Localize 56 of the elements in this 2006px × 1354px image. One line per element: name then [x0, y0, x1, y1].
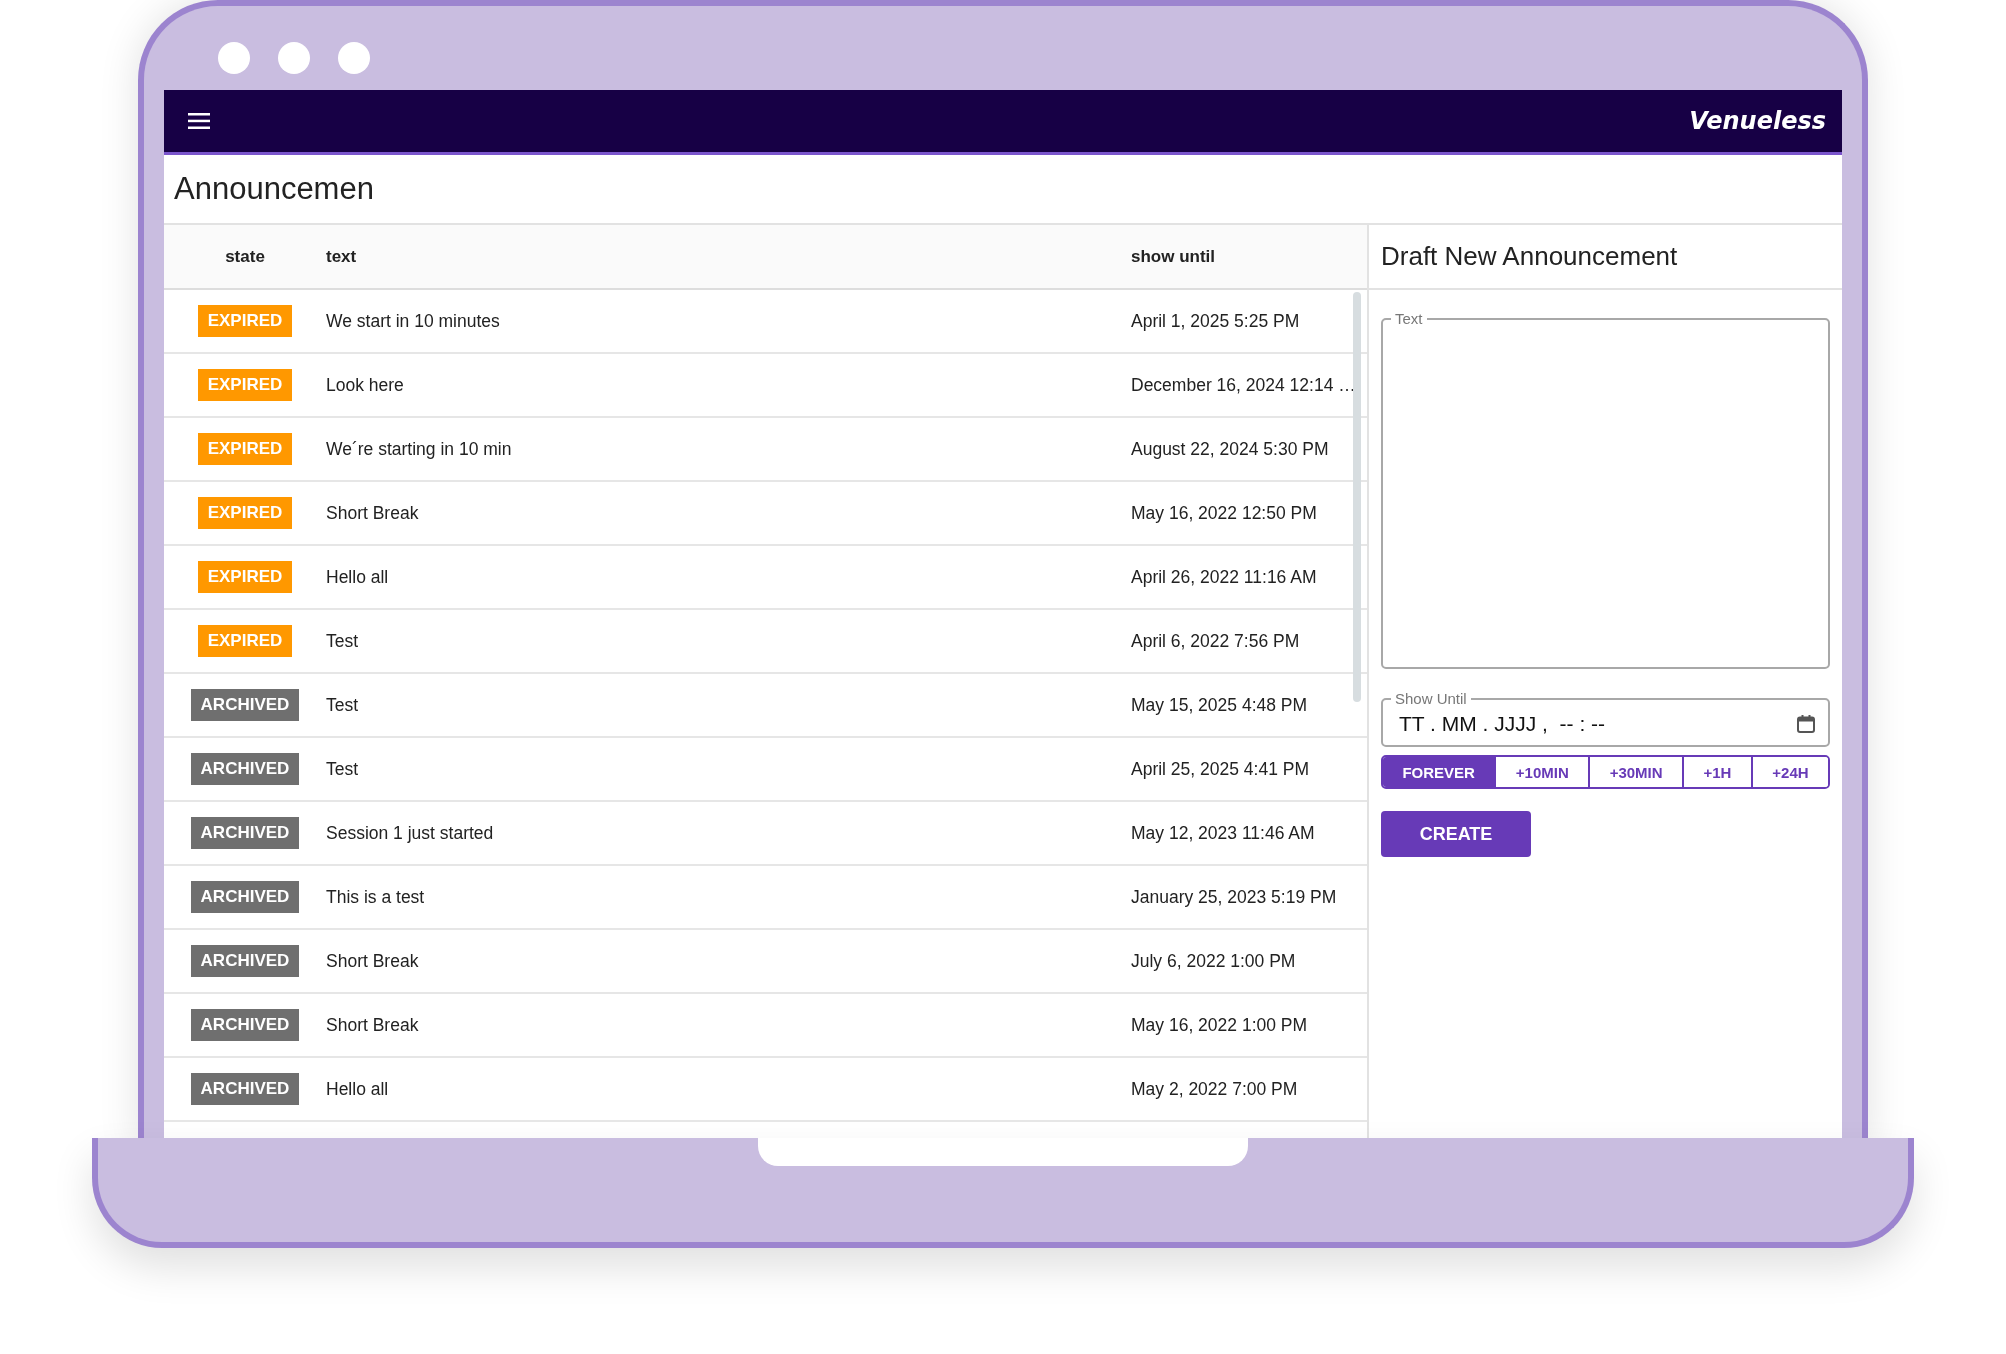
state-badge: EXPIRED — [197, 497, 293, 529]
table-cell-text: Hello all — [326, 1078, 390, 1100]
table-cell-text: January 25, 2023 5:19 PM — [1131, 886, 1338, 908]
state-badge: ARCHIVED — [190, 753, 300, 785]
table-cell-text: April 25, 2025 4:41 PM — [1131, 758, 1311, 780]
calendar-icon[interactable] — [1796, 714, 1816, 734]
table-cell-text: This is a test — [326, 886, 426, 908]
table-cell-text: May 2, 2022 7:00 PM — [1131, 1078, 1299, 1100]
table-cell-text: Hello all — [326, 566, 390, 588]
panel-title: Draft New Announcement — [1381, 241, 1678, 272]
state-badge: EXPIRED — [197, 305, 293, 337]
table-cell-text: Test — [326, 630, 360, 652]
menu-icon[interactable] — [188, 113, 210, 129]
table-cell-text: Short Break — [326, 502, 420, 524]
state-badge: EXPIRED — [197, 561, 293, 593]
table-cell-text: Test — [326, 758, 360, 780]
table-cell-text: April 6, 2022 7:56 PM — [1131, 630, 1301, 652]
column-header: text — [326, 246, 358, 267]
state-badge: ARCHIVED — [190, 1073, 300, 1105]
preset-button[interactable]: +24H — [1750, 757, 1828, 787]
table-cell-text: July 6, 2022 1:00 PM — [1131, 950, 1297, 972]
table-cell-text: May 16, 2022 12:50 PM — [1131, 502, 1318, 524]
table-cell-text: May 12, 2023 11:46 AM — [1131, 822, 1316, 844]
column-header: show until — [1131, 246, 1217, 267]
table-cell-text: Test — [326, 694, 360, 716]
table-cell-text: Short Break — [326, 950, 420, 972]
state-badge: ARCHIVED — [190, 1009, 300, 1041]
table-cell-text: May 15, 2025 4:48 PM — [1131, 694, 1309, 716]
state-badge: ARCHIVED — [190, 881, 300, 913]
text-field[interactable]: Text — [1381, 311, 1830, 669]
table-cell-text: We´re starting in 10 min — [326, 438, 513, 460]
table-cell-text: April 1, 2025 5:25 PM — [1131, 310, 1301, 332]
window-dot-icon — [278, 42, 310, 74]
table-cell-text: August 22, 2024 5:30 PM — [1131, 438, 1330, 460]
table-cell-text: Session 1 just started — [326, 822, 495, 844]
column-header: state — [224, 246, 266, 267]
table-cell-text: April 26, 2022 11:16 AM — [1131, 566, 1318, 588]
table-cell-text: Look here — [326, 374, 405, 396]
table-cell-text: December 16, 2024 12:14 … — [1131, 374, 1357, 396]
window-dot-icon — [338, 42, 370, 74]
window-dot-icon — [218, 42, 250, 74]
show-until-field[interactable]: Show Until TT . MM . JJJJ , -- : -- — [1381, 691, 1830, 747]
page-title: Announcemen — [174, 171, 374, 207]
preset-button[interactable]: FOREVER — [1383, 757, 1495, 787]
state-badge: EXPIRED — [197, 625, 293, 657]
table-cell-text: We start in 10 minutes — [326, 310, 501, 332]
logo-text[interactable]: Venueless — [1689, 107, 1826, 135]
state-badge: ARCHIVED — [190, 817, 300, 849]
table-cell-text: May 16, 2022 1:00 PM — [1131, 1014, 1309, 1036]
state-badge: EXPIRED — [197, 433, 293, 465]
create-button[interactable]: CREATE — [1381, 811, 1531, 857]
state-badge: ARCHIVED — [190, 945, 300, 977]
state-badge: EXPIRED — [197, 369, 293, 401]
state-badge: ARCHIVED — [190, 689, 300, 721]
table-cell-text: Short Break — [326, 1014, 420, 1036]
scrollbar[interactable] — [1353, 292, 1361, 702]
